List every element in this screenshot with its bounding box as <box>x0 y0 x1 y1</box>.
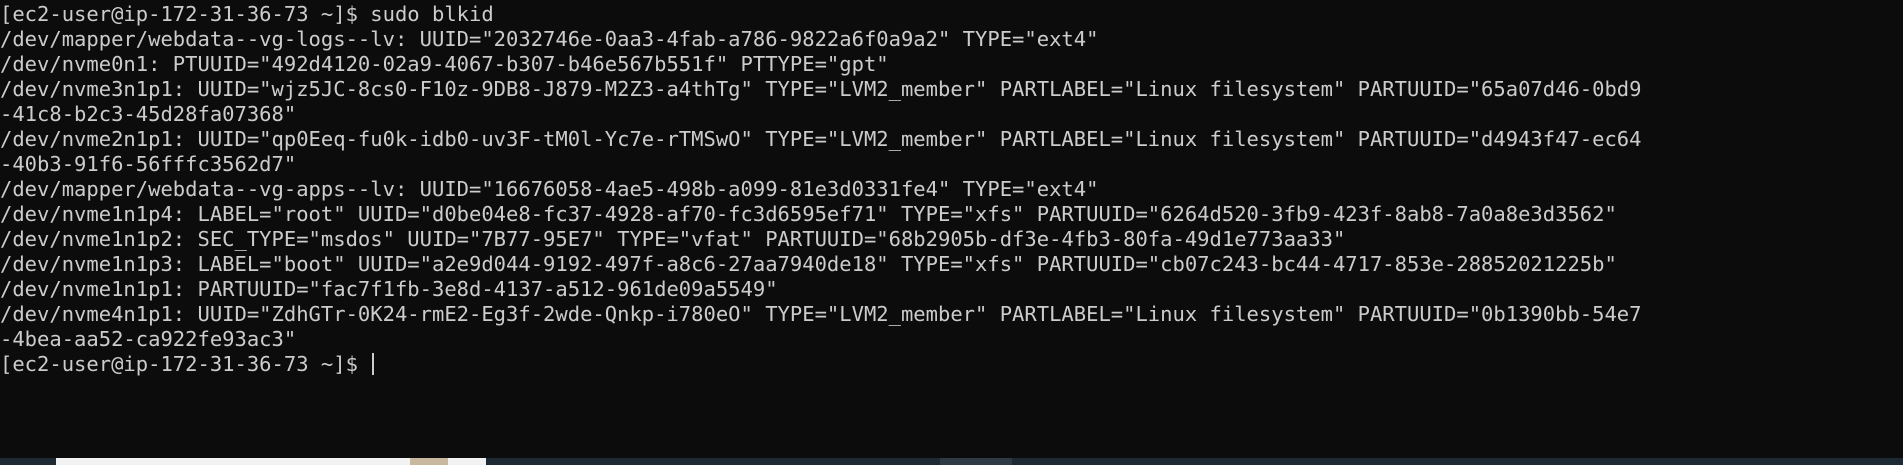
terminal-line: /dev/nvme2n1p1: UUID="qp0Eeq-fu0k-idb0-u… <box>0 127 1642 151</box>
taskbar-active-item[interactable] <box>940 458 1012 465</box>
text-cursor <box>372 353 375 375</box>
terminal-prompt-line[interactable]: [ec2-user@ip-172-31-36-73 ~]$ <box>0 352 1903 377</box>
terminal-line: [ec2-user@ip-172-31-36-73 ~]$ sudo blkid <box>0 2 494 26</box>
terminal-line: -41c8-b2c3-45d28fa07368" <box>0 102 297 126</box>
terminal-line: /dev/nvme1n1p3: LABEL="boot" UUID="a2e9d… <box>0 252 1617 276</box>
terminal-line: /dev/nvme3n1p1: UUID="wjz5JC-8cs0-F10z-9… <box>0 77 1642 101</box>
taskbar-thumbnail <box>410 458 448 465</box>
shell-prompt: [ec2-user@ip-172-31-36-73 ~]$ <box>0 352 371 376</box>
terminal-line: /dev/nvme0n1: PTUUID="492d4120-02a9-4067… <box>0 52 889 76</box>
terminal-line: -4bea-aa52-ca922fe93ac3" <box>0 327 297 351</box>
terminal-line: /dev/mapper/webdata--vg-logs--lv: UUID="… <box>0 27 1099 51</box>
terminal-window[interactable]: [ec2-user@ip-172-31-36-73 ~]$ sudo blkid… <box>0 0 1903 458</box>
terminal-line: /dev/nvme1n1p2: SEC_TYPE="msdos" UUID="7… <box>0 227 1346 251</box>
terminal-line: /dev/nvme1n1p4: LABEL="root" UUID="d0be0… <box>0 202 1617 226</box>
taskbar <box>0 458 1903 465</box>
terminal-line: -40b3-91f6-56fffc3562d7" <box>0 152 297 176</box>
terminal-line: /dev/nvme4n1p1: UUID="ZdhGTr-0K24-rmE2-E… <box>0 302 1642 326</box>
terminal-line: /dev/mapper/webdata--vg-apps--lv: UUID="… <box>0 177 1099 201</box>
terminal-line: /dev/nvme1n1p1: PARTUUID="fac7f1fb-3e8d-… <box>0 277 778 301</box>
